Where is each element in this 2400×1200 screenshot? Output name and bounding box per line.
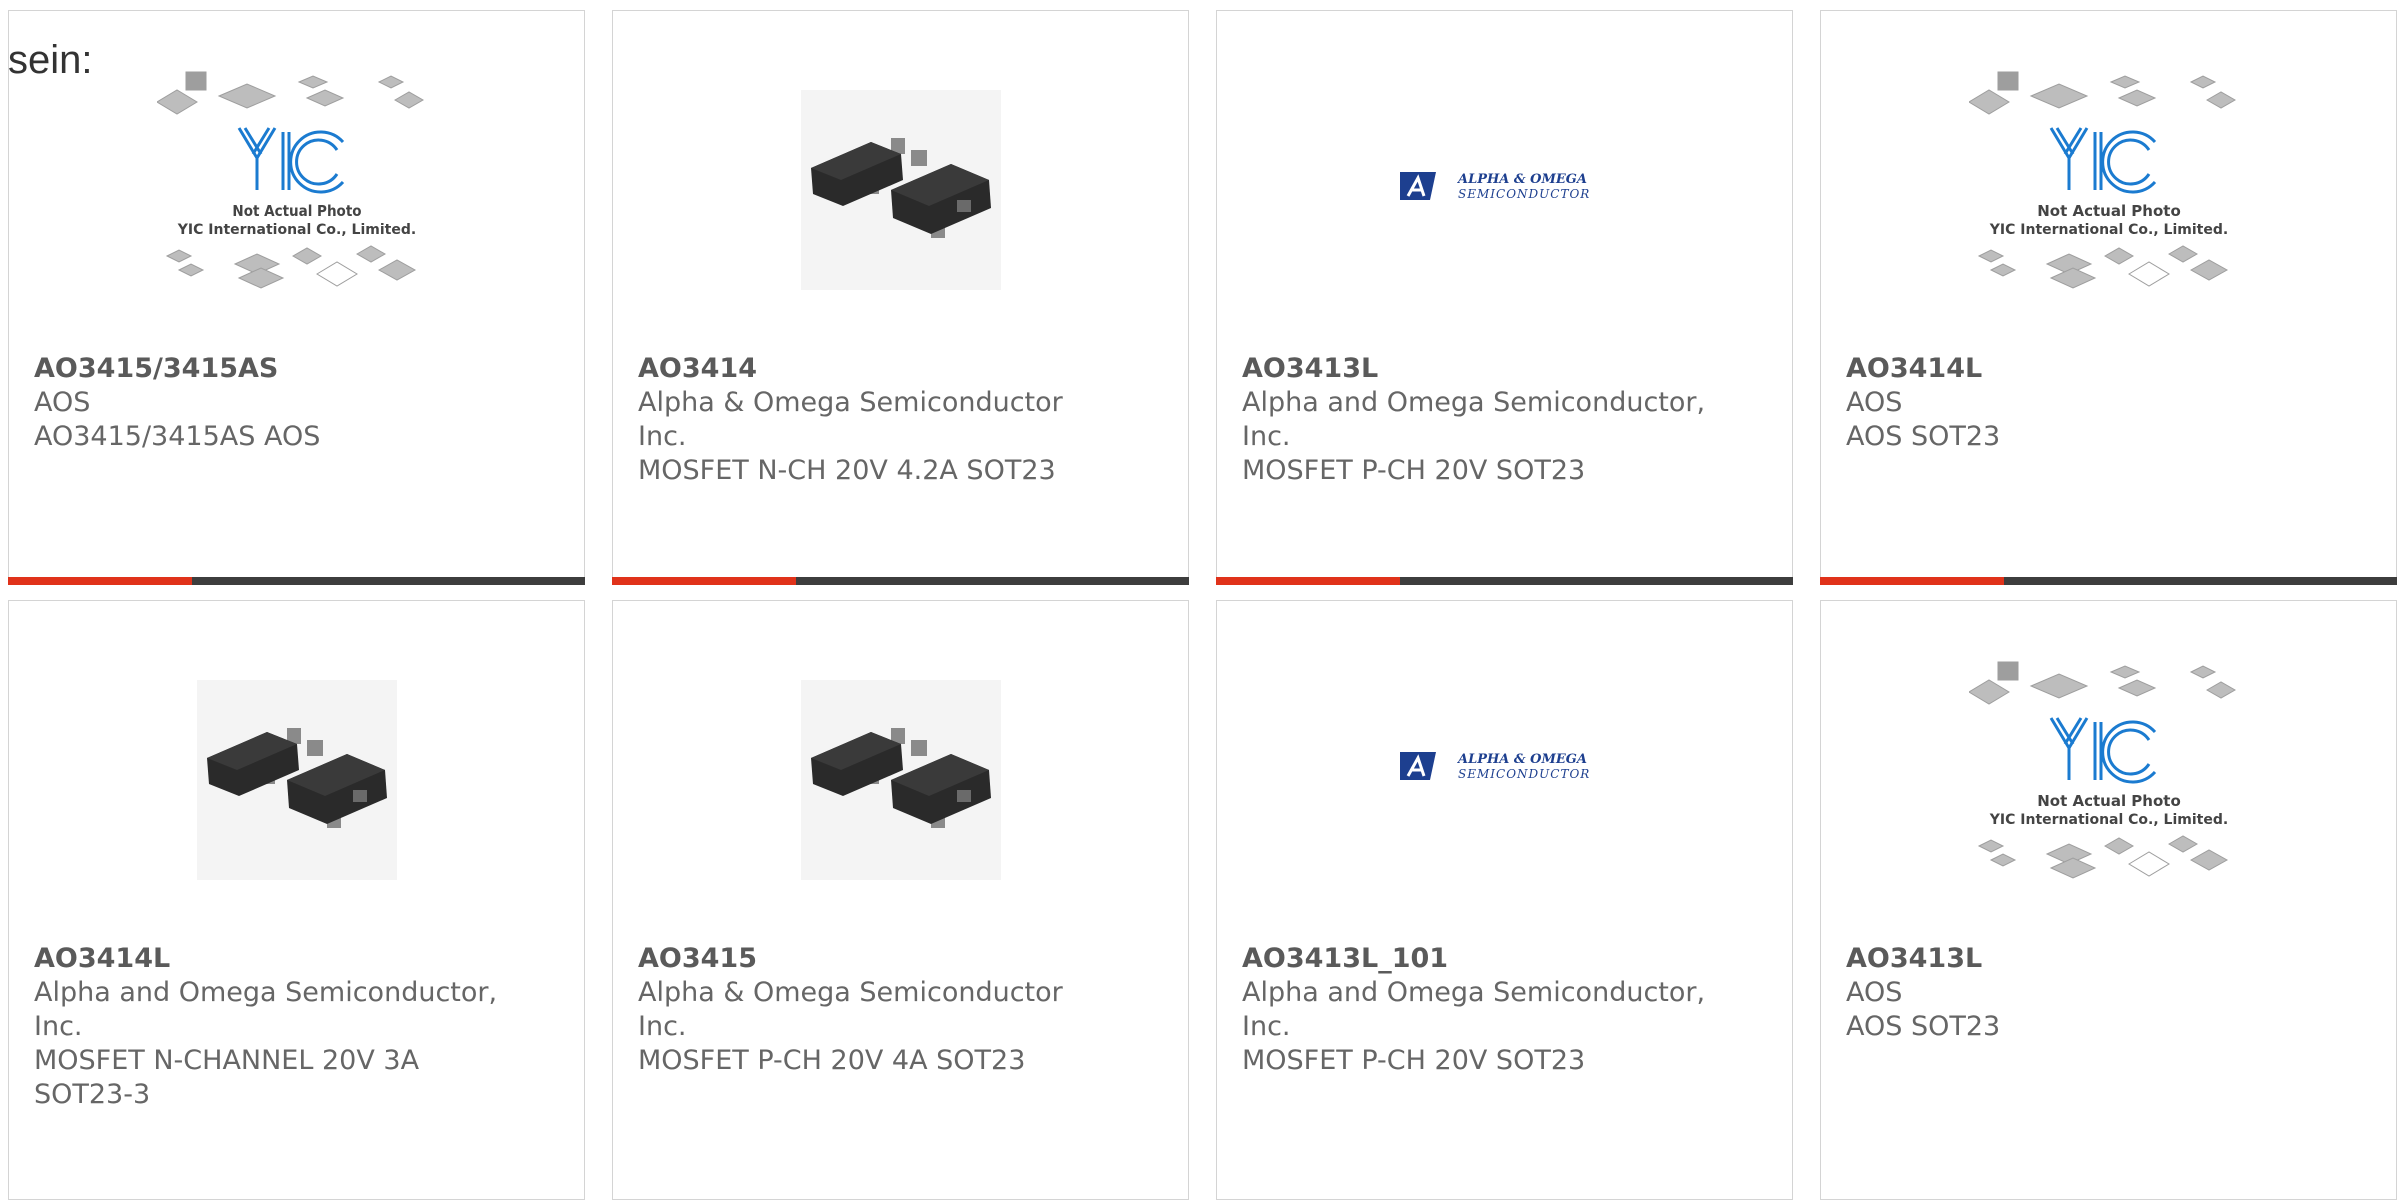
manufacturer: AOS: [1846, 977, 1903, 1008]
manufacturer: AOS: [34, 387, 91, 418]
description: MOSFET N-CH 20V 4.2A SOT23: [638, 455, 1056, 486]
placeholder-photo-icon: Not Actual Photo YIC International Co., …: [1969, 656, 2249, 896]
product-card[interactable]: AO3414L Alpha and Omega Semiconductor, I…: [8, 600, 585, 1200]
card-accent-bar: [8, 577, 585, 585]
product-image[interactable]: [9, 656, 584, 936]
part-number-link[interactable]: AO3414L: [1846, 352, 2316, 386]
manufacturer: Alpha & Omega Semiconductor: [638, 977, 1063, 1008]
product-card[interactable]: AO3415 Alpha & Omega Semiconductor Inc. …: [612, 600, 1189, 1200]
manufacturer: Alpha and Omega Semiconductor,: [1242, 387, 1706, 418]
part-number-link[interactable]: AO3414: [638, 352, 1108, 386]
part-number-link[interactable]: AO3415/3415AS: [34, 352, 504, 386]
product-card[interactable]: AO3414 Alpha & Omega Semiconductor Inc. …: [612, 10, 1189, 585]
description-line2: SOT23-3: [34, 1079, 151, 1110]
product-image[interactable]: Not Actual Photo YIC International Co., …: [9, 66, 584, 346]
logo-line2: SEMICONDUCTOR: [1458, 767, 1590, 781]
product-card[interactable]: Not Actual Photo YIC International Co., …: [1820, 10, 2397, 585]
placeholder-line1: Not Actual Photo: [232, 202, 361, 220]
placeholder-line2: YIC International Co., Limited.: [176, 222, 415, 238]
product-image[interactable]: Not Actual Photo YIC International Co., …: [1821, 66, 2396, 346]
manufacturer: Alpha and Omega Semiconductor,: [1242, 977, 1706, 1008]
description: AO3415/3415AS AOS: [34, 421, 321, 452]
description: AOS SOT23: [1846, 1011, 2001, 1042]
description: MOSFET N-CHANNEL 20V 3A: [34, 1045, 420, 1076]
card-accent-bar: [1820, 577, 2397, 585]
sot23-chip-icon: [801, 90, 1001, 290]
sot23-chip-icon: [197, 680, 397, 880]
card-accent-bar: [1216, 577, 1793, 585]
product-card[interactable]: ALPHA & OMEGA SEMICONDUCTOR AO3413L Alph…: [1216, 10, 1793, 585]
manufacturer: AOS: [1846, 387, 1903, 418]
placeholder-line2: YIC International Co., Limited.: [1988, 222, 2227, 238]
manufacturer: Alpha and Omega Semiconductor,: [34, 977, 498, 1008]
manufacturer-line2: Inc.: [638, 1011, 687, 1042]
product-image[interactable]: Not Actual Photo YIC International Co., …: [1821, 656, 2396, 936]
product-card[interactable]: ALPHA & OMEGA SEMICONDUCTOR AO3413L_101 …: [1216, 600, 1793, 1200]
placeholder-line2: YIC International Co., Limited.: [1988, 812, 2227, 828]
product-card[interactable]: Not Actual Photo YIC International Co., …: [8, 10, 585, 585]
part-number-link[interactable]: AO3413L_101: [1242, 942, 1712, 976]
product-card[interactable]: Not Actual Photo YIC International Co., …: [1820, 600, 2397, 1200]
manufacturer-line2: Inc.: [34, 1011, 83, 1042]
alpha-omega-logo-icon: ALPHA & OMEGA SEMICONDUCTOR: [1399, 172, 1590, 201]
product-image[interactable]: [613, 656, 1188, 936]
placeholder-photo-icon: Not Actual Photo YIC International Co., …: [1969, 66, 2249, 306]
placeholder-photo-icon: Not Actual Photo YIC International Co., …: [157, 66, 437, 306]
sot23-chip-icon: [801, 680, 1001, 880]
alpha-omega-logo-icon: ALPHA & OMEGA SEMICONDUCTOR: [1399, 752, 1590, 781]
manufacturer-line2: Inc.: [1242, 421, 1291, 452]
logo-line2: SEMICONDUCTOR: [1458, 187, 1590, 201]
product-image[interactable]: [613, 66, 1188, 346]
product-image[interactable]: ALPHA & OMEGA SEMICONDUCTOR: [1217, 656, 1792, 936]
product-image[interactable]: ALPHA & OMEGA SEMICONDUCTOR: [1217, 66, 1792, 346]
description: MOSFET P-CH 20V 4A SOT23: [638, 1045, 1026, 1076]
manufacturer-line2: Inc.: [638, 421, 687, 452]
placeholder-line1: Not Actual Photo: [2037, 792, 2181, 810]
part-number-link[interactable]: AO3415: [638, 942, 1108, 976]
intro-text: sein:: [8, 38, 93, 82]
part-number-link[interactable]: AO3414L: [34, 942, 504, 976]
part-number-link[interactable]: AO3413L: [1846, 942, 2316, 976]
manufacturer: Alpha & Omega Semiconductor: [638, 387, 1063, 418]
description: MOSFET P-CH 20V SOT23: [1242, 455, 1586, 486]
placeholder-line1: Not Actual Photo: [2037, 202, 2181, 220]
card-accent-bar: [612, 577, 1189, 585]
description: MOSFET P-CH 20V SOT23: [1242, 1045, 1586, 1076]
description: AOS SOT23: [1846, 421, 2001, 452]
part-number-link[interactable]: AO3413L: [1242, 352, 1712, 386]
manufacturer-line2: Inc.: [1242, 1011, 1291, 1042]
logo-line1: ALPHA & OMEGA: [1456, 172, 1587, 187]
logo-line1: ALPHA & OMEGA: [1456, 752, 1587, 767]
